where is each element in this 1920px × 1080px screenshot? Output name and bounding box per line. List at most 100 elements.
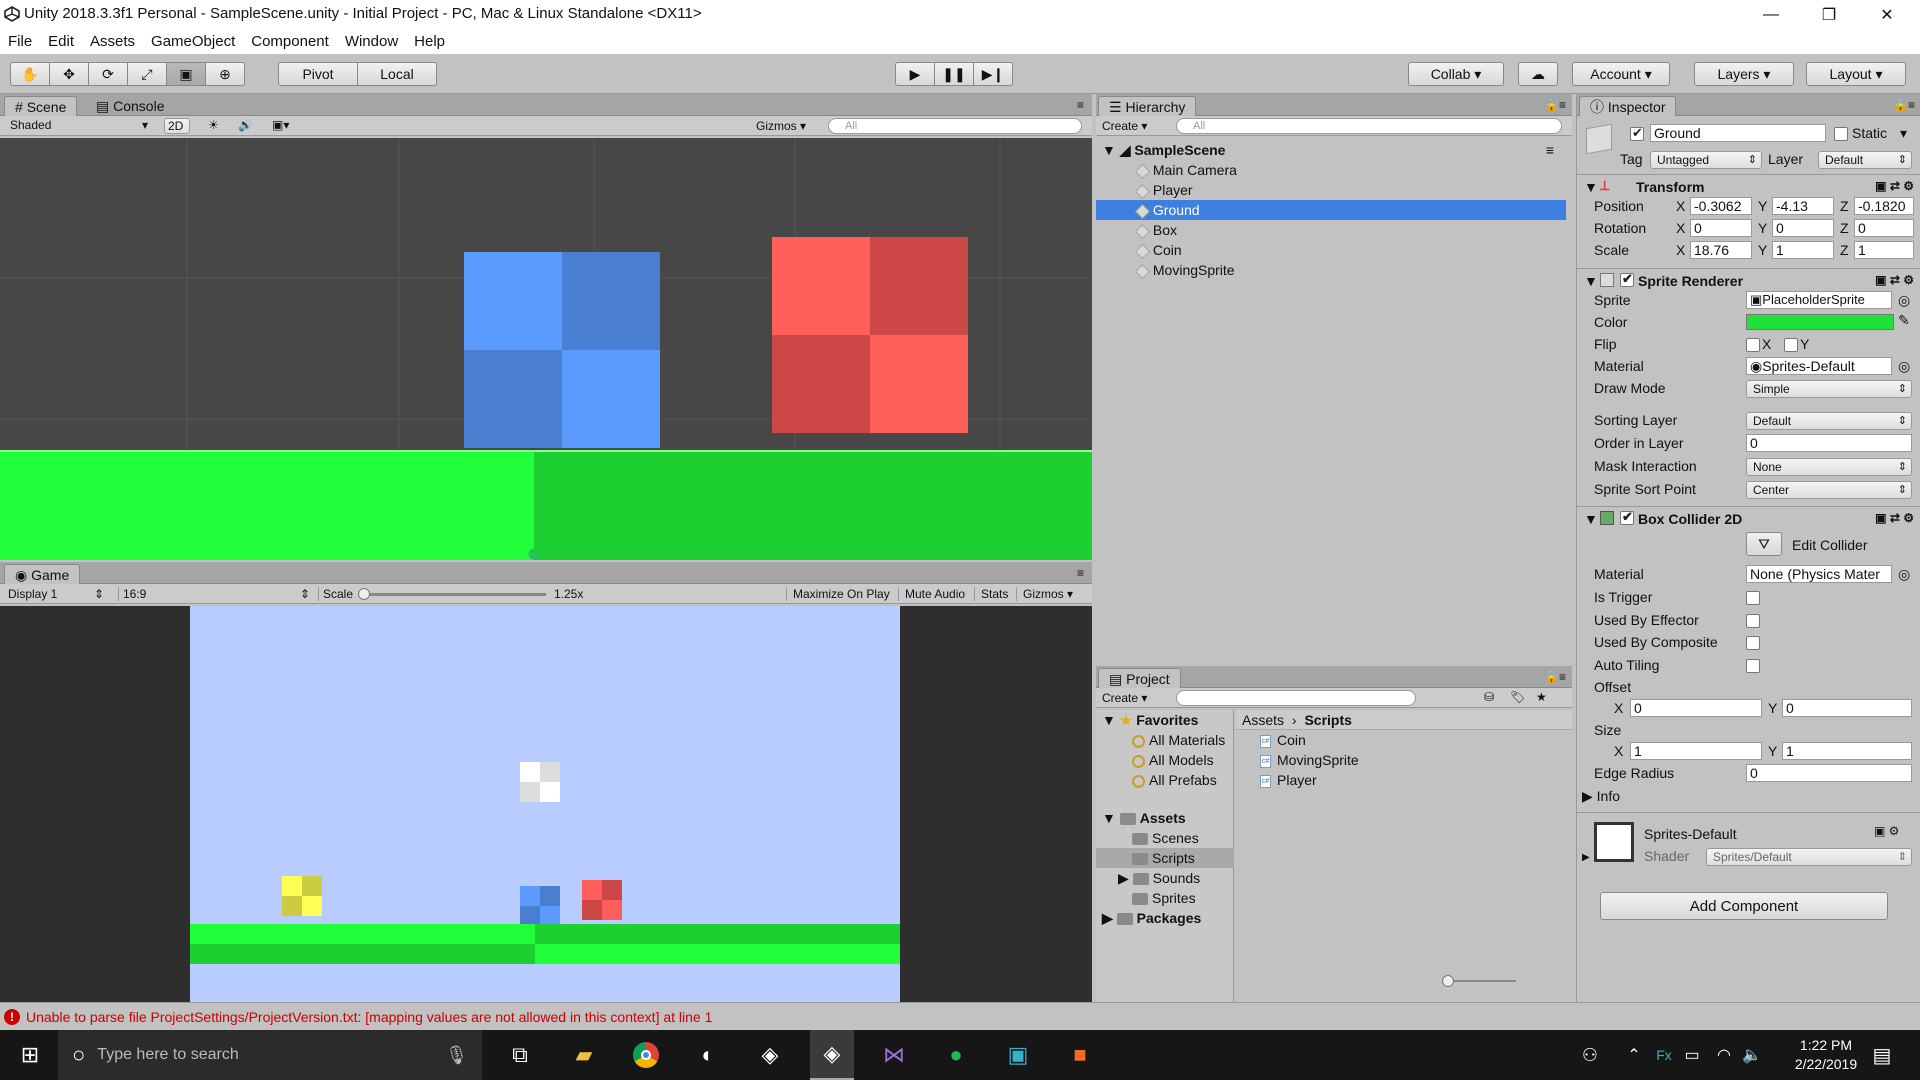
game-gizmos-dropdown[interactable]: Gizmos ▾ (1016, 587, 1079, 601)
add-component-button[interactable]: Add Component (1600, 892, 1888, 920)
filter-label-icon[interactable]: 🏷 (1510, 690, 1525, 704)
hierarchy-item-player[interactable]: Player (1096, 180, 1566, 200)
tab-scene[interactable]: # Scene (4, 96, 78, 116)
collab-dropdown[interactable]: Collab ▾ (1408, 62, 1504, 86)
rotation-y-label[interactable]: Y (1758, 220, 1767, 236)
windows-start-icon[interactable]: ⊞ (14, 1039, 46, 1071)
chrome-icon[interactable] (630, 1039, 662, 1071)
scale-y-label[interactable]: Y (1758, 242, 1767, 258)
hierarchy-item-ground[interactable]: Ground (1096, 200, 1566, 220)
shader-dropdown[interactable]: Sprites/Default (1706, 848, 1912, 866)
coin-sprite[interactable] (282, 876, 322, 916)
menu-window[interactable]: Window (337, 30, 406, 54)
edge-radius-field[interactable]: 0 (1746, 764, 1912, 782)
moving-sprite[interactable] (520, 762, 560, 802)
game-panel-menu-icon[interactable]: ≡ (1077, 566, 1084, 580)
is-trigger-checkbox[interactable] (1746, 591, 1760, 605)
maximize-button[interactable]: ❐ (1800, 0, 1858, 30)
layers-dropdown[interactable]: Layers ▾ (1694, 62, 1794, 86)
inspector-lock-icon[interactable]: 🔒≡ (1893, 98, 1915, 112)
hierarchy-search-input[interactable]: All (1176, 118, 1562, 134)
scale-slider-thumb[interactable] (358, 588, 370, 600)
breadcrumb-assets[interactable]: Assets (1242, 712, 1284, 728)
fav-all-prefabs[interactable]: All Prefabs (1132, 770, 1217, 790)
menu-assets[interactable]: Assets (82, 30, 143, 54)
scene-root[interactable]: ▼ ◢ SampleScene ≡ (1096, 140, 1566, 160)
hand-tool-icon[interactable]: ✋ (10, 62, 50, 86)
fav-all-materials[interactable]: All Materials (1132, 730, 1225, 750)
filter-type-icon[interactable]: ⛁ (1484, 690, 1494, 704)
physics-material-field[interactable]: None (Physics Mater (1746, 565, 1892, 583)
size-y-field[interactable]: 1 (1782, 742, 1912, 760)
scene-viewport[interactable] (0, 138, 1092, 560)
tab-hierarchy[interactable]: ☰ Hierarchy (1098, 96, 1197, 116)
hierarchy-item-box[interactable]: Box (1096, 220, 1566, 240)
sprite-picker-icon[interactable]: ◎ (1898, 292, 1910, 309)
material-field[interactable]: ◉Sprites-Default (1746, 357, 1892, 375)
menu-component[interactable]: Component (243, 30, 337, 54)
gizmos-dropdown[interactable]: Gizmos ▾ (756, 119, 806, 133)
maximize-on-play-toggle[interactable]: Maximize On Play (786, 587, 896, 601)
sprite-renderer-enabled-checkbox[interactable] (1620, 271, 1634, 287)
mask-interaction-dropdown[interactable]: None (1746, 458, 1912, 476)
error-message[interactable]: Unable to parse file ProjectSettings/Pro… (26, 1009, 712, 1025)
step-button[interactable]: ▶❙ (973, 62, 1013, 86)
layer-dropdown[interactable]: Default (1818, 151, 1912, 169)
color-field[interactable] (1746, 314, 1894, 330)
scale-slider-track[interactable] (364, 593, 546, 596)
physics-material-picker-icon[interactable]: ◎ (1898, 566, 1910, 583)
game-player-sprite[interactable] (520, 886, 560, 926)
file-movingsprite[interactable]: c# MovingSprite (1260, 750, 1359, 770)
aspect-dropdown[interactable]: 16:9 ⇕ (118, 587, 314, 601)
menu-edit[interactable]: Edit (40, 30, 82, 54)
scale-y-field[interactable]: 1 (1772, 241, 1834, 259)
favorites-folder[interactable]: ▼ ★ Favorites (1102, 710, 1198, 730)
player-sprite[interactable] (464, 252, 660, 448)
tag-dropdown[interactable]: Untagged (1650, 151, 1762, 169)
folder-scenes[interactable]: Scenes (1132, 828, 1199, 848)
scale-x-label[interactable]: X (1676, 242, 1685, 258)
assets-folder[interactable]: ▼ Assets (1102, 808, 1186, 828)
active-checkbox[interactable] (1630, 125, 1644, 141)
scale-tool-icon[interactable]: ⤢ (127, 62, 167, 86)
scale-z-label[interactable]: Z (1840, 242, 1849, 258)
packages-folder[interactable]: ▶ Packages (1102, 908, 1201, 928)
component-settings-icon[interactable]: ▣ ⇄ ⚙ (1875, 273, 1914, 287)
rotate-tool-icon[interactable]: ⟳ (88, 62, 128, 86)
info-foldout[interactable]: ▶ Info (1582, 788, 1620, 805)
taskbar-search-box[interactable]: ○ Type here to search 🎙 (58, 1030, 482, 1080)
lighting-icon[interactable]: ☀ (208, 118, 219, 132)
rect-tool-icon[interactable]: ▣ (166, 62, 206, 86)
hierarchy-lock-icon[interactable]: 🔒≡ (1544, 98, 1566, 112)
menu-gameobject[interactable]: GameObject (143, 30, 243, 54)
2d-toggle[interactable]: 2D (164, 118, 190, 134)
material-foldout-icon[interactable]: ▶ (1582, 852, 1590, 863)
sorting-layer-dropdown[interactable]: Default (1746, 412, 1912, 430)
icon-size-slider-thumb[interactable] (1442, 975, 1454, 987)
edit-collider-button[interactable]: ⛛ (1746, 532, 1782, 556)
offset-x-label[interactable]: X (1614, 700, 1623, 716)
offset-y-field[interactable]: 0 (1782, 699, 1912, 717)
position-y-label[interactable]: Y (1758, 198, 1767, 214)
project-create-dropdown[interactable]: Create ▾ (1102, 691, 1147, 705)
size-x-field[interactable]: 1 (1630, 742, 1762, 760)
battery-icon[interactable]: ▭ (1676, 1039, 1708, 1071)
mute-audio-toggle[interactable]: Mute Audio (898, 587, 971, 601)
sprite-field[interactable]: ▣PlaceholderSprite (1746, 291, 1892, 309)
unity-hub-icon[interactable]: ◈ (754, 1039, 786, 1071)
breadcrumb-scripts[interactable]: Scripts (1304, 712, 1351, 728)
file-explorer-icon[interactable]: ▰ (568, 1039, 600, 1071)
menu-help[interactable]: Help (406, 30, 453, 54)
favorite-star-icon[interactable]: ★ (1536, 690, 1547, 704)
project-search-input[interactable] (1176, 690, 1416, 706)
folder-sprites[interactable]: Sprites (1132, 888, 1196, 908)
audio-icon[interactable]: 🔊 (238, 118, 253, 132)
stats-toggle[interactable]: Stats (974, 587, 1014, 601)
clock[interactable]: 1:22 PM 2/22/2019 (1776, 1036, 1876, 1074)
tab-project[interactable]: ▤ Project (1098, 668, 1181, 688)
transform-tool-icon[interactable]: ⊕ (205, 62, 245, 86)
object-name-field[interactable]: Ground (1650, 124, 1826, 142)
game-ground-sprite[interactable] (190, 924, 900, 964)
hierarchy-item-main-camera[interactable]: Main Camera (1096, 160, 1566, 180)
volume-icon[interactable]: 🔈 (1736, 1039, 1768, 1071)
